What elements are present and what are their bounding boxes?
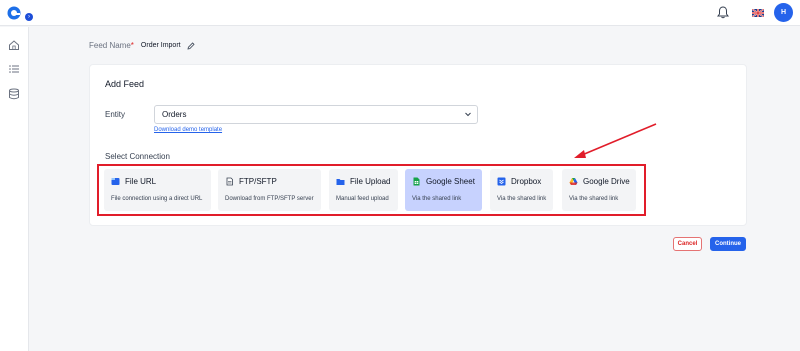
chevron-down-icon	[465, 112, 471, 117]
required-mark: *	[130, 41, 134, 50]
connection-label: File URL	[125, 177, 157, 186]
google-sheet-icon	[413, 177, 420, 186]
ftp-icon	[226, 177, 233, 186]
cancel-button[interactable]: Cancel	[673, 237, 702, 251]
bell-icon[interactable]	[717, 6, 729, 19]
dropbox-icon	[497, 177, 506, 186]
card-title: Add Feed	[105, 79, 145, 89]
connection-tile-file-url[interactable]: File URL File connection using a direct …	[104, 169, 211, 211]
connection-tile-ftp[interactable]: FTP/SFTP Download from FTP/SFTP server	[218, 169, 321, 211]
side-nav	[0, 27, 29, 351]
connection-label: Google Sheet	[426, 177, 475, 186]
connection-label: File Upload	[350, 177, 391, 186]
connection-tile-file-upload[interactable]: File Upload Manual feed upload	[329, 169, 398, 211]
user-avatar[interactable]: H	[774, 3, 793, 22]
connection-desc: Manual feed upload	[336, 196, 389, 202]
connection-desc: Via the shared link	[412, 196, 462, 202]
add-feed-card: Add Feed Entity Orders Download demo tem…	[89, 64, 747, 226]
database-icon[interactable]	[8, 88, 20, 100]
continue-button[interactable]: Continue	[710, 237, 746, 251]
uk-flag-icon[interactable]	[752, 9, 764, 17]
feed-name-label: Feed Name	[89, 41, 131, 50]
feed-name-row: Feed Name * Order Import	[89, 41, 195, 50]
connection-desc: File connection using a direct URL	[111, 196, 203, 202]
entity-select-value: Orders	[162, 110, 187, 119]
entity-select[interactable]: Orders	[154, 105, 478, 124]
feed-name-value: Order Import	[140, 42, 181, 49]
folder-icon	[336, 179, 345, 185]
google-drive-icon	[569, 178, 578, 185]
connection-tile-google-sheet[interactable]: Google Sheet Via the shared link	[405, 169, 482, 211]
connection-desc: Via the shared link	[569, 196, 619, 202]
file-url-icon	[111, 178, 120, 185]
connection-label: FTP/SFTP	[239, 177, 277, 186]
pencil-icon[interactable]	[187, 41, 195, 50]
list-icon[interactable]	[8, 63, 20, 75]
connection-label: Google Drive	[583, 177, 630, 186]
connection-tile-dropbox[interactable]: Dropbox Via the shared link	[490, 169, 553, 211]
connection-desc: Via the shared link	[497, 196, 547, 202]
entity-label: Entity	[105, 110, 126, 119]
download-template-link[interactable]: Download demo template	[154, 127, 222, 133]
select-connection-label: Select Connection	[105, 152, 170, 161]
connection-tile-google-drive[interactable]: Google Drive Via the shared link	[562, 169, 636, 211]
sidebar-toggle-button[interactable]: ›	[25, 13, 33, 21]
home-icon[interactable]	[8, 39, 20, 51]
app-logo-icon[interactable]	[7, 6, 21, 20]
connection-desc: Download from FTP/SFTP server	[225, 196, 314, 202]
top-bar: › H	[0, 0, 800, 26]
connection-label: Dropbox	[511, 177, 542, 186]
